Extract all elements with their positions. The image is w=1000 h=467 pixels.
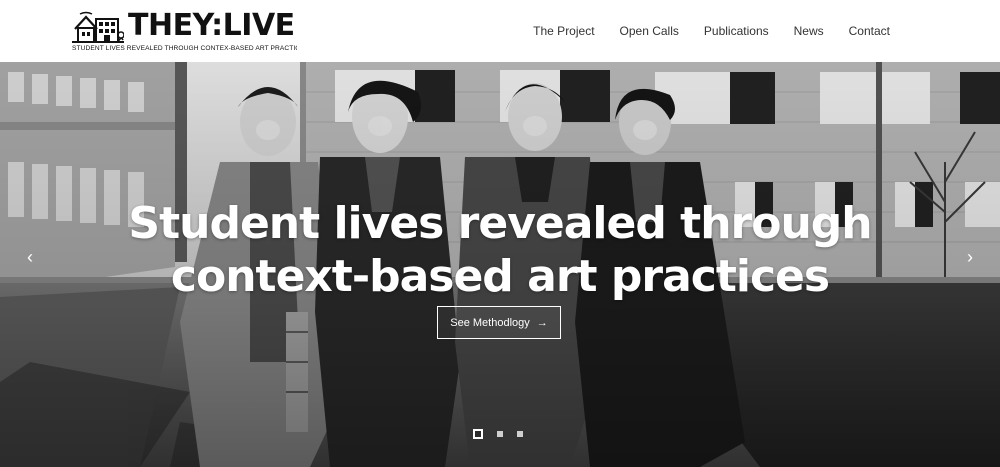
see-methodology-button[interactable]: See Methodlogy → bbox=[437, 306, 561, 339]
slider-dot-1[interactable] bbox=[473, 429, 483, 439]
logo-tagline: STUDENT LIVES REVEALED THROUGH CONTEX-BA… bbox=[72, 45, 297, 52]
slider-prev-button[interactable]: ‹ bbox=[20, 245, 40, 269]
nav-item-publications[interactable]: Publications bbox=[704, 24, 769, 38]
site-header: THEY:LIVE STUDENT LIVES REVEALED THROUGH… bbox=[0, 0, 1000, 62]
hero-slider: Student lives revealed through context-b… bbox=[0, 62, 1000, 467]
nav-item-the-project[interactable]: The Project bbox=[533, 24, 594, 38]
nav-item-news[interactable]: News bbox=[794, 24, 824, 38]
main-nav: The Project Open Calls Publications News… bbox=[533, 24, 890, 38]
nav-item-open-calls[interactable]: Open Calls bbox=[620, 24, 679, 38]
slider-dot-3[interactable] bbox=[517, 431, 523, 437]
hero-headline-line-1: Student lives revealed through bbox=[128, 198, 872, 249]
chevron-left-icon: ‹ bbox=[27, 246, 33, 267]
slider-pagination bbox=[473, 429, 523, 439]
site-logo[interactable]: THEY:LIVE STUDENT LIVES REVEALED THROUGH… bbox=[72, 8, 297, 55]
arrow-right-icon: → bbox=[536, 316, 548, 329]
see-methodology-label: See Methodlogy bbox=[450, 316, 530, 329]
hero-headline: Student lives revealed through context-b… bbox=[0, 197, 1000, 303]
logo-title: THEY:LIVE bbox=[128, 8, 295, 43]
slider-next-button[interactable]: › bbox=[960, 245, 980, 269]
house-logo-icon bbox=[72, 11, 124, 43]
chevron-right-icon: › bbox=[967, 246, 973, 267]
slider-dot-2[interactable] bbox=[497, 431, 503, 437]
nav-item-contact[interactable]: Contact bbox=[849, 24, 890, 38]
hero-headline-line-2: context-based art practices bbox=[170, 251, 830, 302]
